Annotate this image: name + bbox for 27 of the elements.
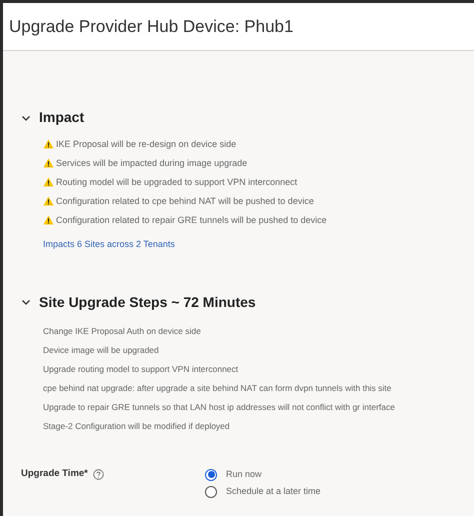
step-item: cpe behind nat upgrade: after upgrade a site behind NAT can form dvpn tunnels with this site: [43, 382, 392, 394]
warning-icon: [43, 215, 54, 225]
help-icon[interactable]: [92, 469, 104, 480]
section-heading[interactable]: Site Upgrade Steps ~ 72 Minutes: [39, 292, 256, 312]
warning-icon: [43, 196, 54, 206]
impacts-link[interactable]: Impacts 6 Sites across 2 Tenants: [43, 233, 474, 252]
warning-icon: [43, 158, 54, 168]
step-item: Change IKE Proposal Auth on device side: [43, 324, 202, 336]
impact-item: Routing model will be upgraded to support VPN interconnect: [56, 176, 298, 188]
impact-item: Configuration related to cpe behind NAT will be pushed to device: [56, 195, 314, 207]
impact-item: Services will be impacted during image upgrade: [56, 157, 248, 169]
step-item: Upgrade to repair GRE tunnels so that LAN host ip addresses will not conflict with gr interface: [43, 400, 396, 412]
radio-button[interactable]: [205, 468, 217, 480]
step-item: Upgrade routing model to support VPN interconnect: [43, 362, 240, 374]
impact-item: IKE Proposal will be re-design on device side: [56, 138, 236, 150]
section-heading[interactable]: Impact: [39, 107, 84, 128]
radio-label: Schedule at a later time: [226, 484, 321, 498]
radio-label: Run now: [226, 468, 262, 481]
warning-icon: [43, 177, 54, 187]
warning-icon: [43, 139, 54, 149]
step-item: Device image will be upgraded: [43, 344, 160, 356]
impact-item: Configuration related to repair GRE tunnels will be pushed to device: [56, 214, 327, 226]
step-item: Stage-2 Configuration will be modified if deployed: [43, 420, 231, 432]
chevron-down-icon[interactable]: [21, 297, 31, 307]
dialog-title: Upgrade Provider Hub Device: Phub1: [9, 16, 294, 38]
radio-button[interactable]: [205, 486, 217, 498]
field-label: Upgrade Time*: [21, 467, 88, 482]
